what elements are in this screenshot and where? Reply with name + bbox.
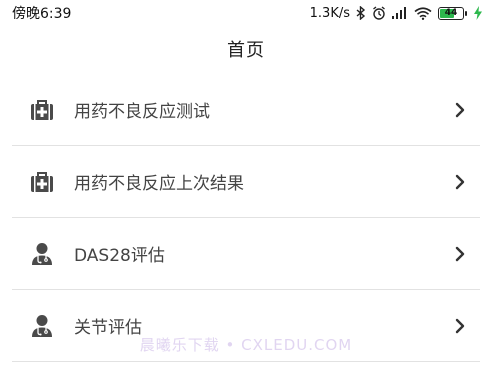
chevron-right-icon — [454, 102, 466, 118]
alarm-icon — [372, 6, 386, 20]
chevron-right-icon — [454, 318, 466, 334]
medical-kit-icon — [30, 170, 54, 194]
page-title: 首页 — [227, 40, 265, 61]
charging-icon — [474, 6, 482, 20]
status-time: 傍晚6:39 — [12, 6, 72, 22]
battery-level: 44 — [444, 8, 458, 18]
medical-kit-icon — [30, 98, 54, 122]
battery-icon: 44 — [438, 6, 467, 20]
menu-item-last-result[interactable]: 用药不良反应上次结果 — [12, 146, 480, 218]
menu-item-label: 用药不良反应上次结果 — [74, 174, 244, 194]
wifi-icon — [414, 6, 432, 20]
chevron-right-icon — [454, 246, 466, 262]
menu-item-adverse-reaction-test[interactable]: 用药不良反应测试 — [12, 74, 480, 146]
doctor-icon — [30, 242, 54, 266]
status-icons: 1.3K/s 44 — [310, 6, 482, 21]
status-bar: 傍晚6:39 1.3K/s 44 — [0, 0, 492, 26]
chevron-right-icon — [454, 174, 466, 190]
network-speed: 1.3K/s — [309, 5, 350, 21]
watermark: 晨曦乐下载 • CXLEDU.COM — [139, 336, 353, 354]
app-screen: 傍晚6:39 1.3K/s 44 首页 用药不良反应测试 用药不良反应上次结果 … — [0, 0, 492, 365]
signal-icon — [392, 7, 408, 19]
menu-item-das28[interactable]: DAS28评估 — [12, 218, 480, 290]
menu-list: 用药不良反应测试 用药不良反应上次结果 DAS28评估 关节评估 — [12, 74, 480, 362]
bluetooth-icon — [356, 6, 366, 20]
menu-item-label: DAS28评估 — [74, 246, 165, 266]
menu-item-label: 用药不良反应测试 — [74, 102, 210, 122]
